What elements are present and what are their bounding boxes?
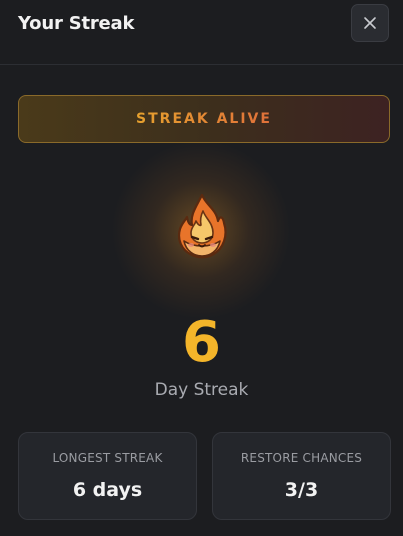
streak-status-text: STREAK ALIVE xyxy=(136,111,272,127)
restore-chances-value: 3/3 xyxy=(284,479,319,501)
streak-status-banner: STREAK ALIVE xyxy=(18,95,390,143)
restore-chances-card: RESTORE CHANCES 3/3 xyxy=(212,432,391,520)
close-button[interactable] xyxy=(351,4,389,42)
streak-count-label: Day Streak xyxy=(154,380,249,400)
longest-streak-label: LONGEST STREAK xyxy=(52,451,163,465)
close-icon xyxy=(364,17,376,29)
longest-streak-card: LONGEST STREAK 6 days xyxy=(18,432,197,520)
modal-title: Your Streak xyxy=(18,13,135,34)
streak-modal: Your Streak STREAK ALIVE 6 Day Streak LO… xyxy=(0,0,403,536)
longest-streak-value: 6 days xyxy=(72,479,143,501)
restore-chances-label: RESTORE CHANCES xyxy=(240,451,363,465)
modal-header: Your Streak xyxy=(0,0,403,65)
streak-count: 6 xyxy=(182,310,221,375)
fire-icon xyxy=(177,193,227,259)
